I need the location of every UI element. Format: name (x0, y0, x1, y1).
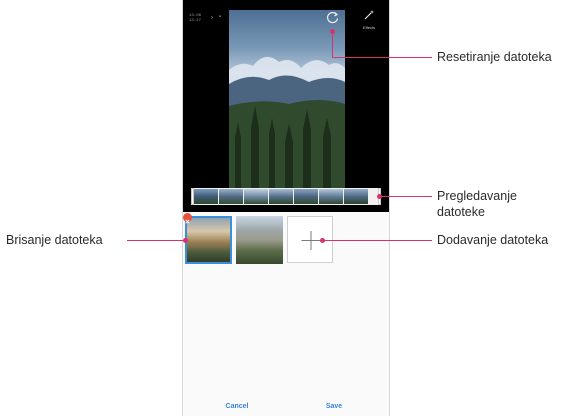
callout-line-delete (127, 240, 185, 241)
canvas: 13:08 13:27 › ▪ Effects Cancel Save Rese… (0, 0, 577, 416)
filmstrip-handle-left[interactable] (191, 188, 194, 205)
phone-screen: 13:08 13:27 › ▪ Effects Cancel Save (182, 0, 390, 416)
app-icon: ▪ (219, 14, 222, 20)
thumbnail[interactable] (236, 216, 283, 264)
filmstrip-frame (319, 189, 343, 204)
filmstrip-frame (194, 189, 218, 204)
reset-icon[interactable] (326, 10, 340, 24)
filmstrip-frame (219, 189, 243, 204)
save-button[interactable]: Save (304, 403, 364, 410)
status-time-line-2: 13:27 (189, 19, 202, 23)
callout-dot-delete (183, 238, 188, 243)
callout-label-preview-line-1: Pregledavanje (437, 189, 517, 203)
callout-line-add (323, 240, 432, 241)
thumbnail-selected[interactable] (185, 216, 232, 264)
filmstrip-frame (244, 189, 268, 204)
video-preview[interactable] (229, 10, 345, 188)
filmstrip-frame (344, 189, 368, 204)
cancel-button[interactable]: Cancel (207, 403, 267, 410)
landscape-image (229, 56, 345, 188)
callout-label-add: Dodavanje datoteka (437, 233, 549, 247)
wand-label: Effects (362, 25, 376, 30)
editor-area: 13:08 13:27 › ▪ Effects (183, 0, 389, 212)
callout-label-preview-line-2: datoteke (437, 205, 485, 219)
chevron-right-icon: › (211, 15, 213, 21)
magic-wand-icon[interactable] (363, 9, 375, 21)
filmstrip-frame (269, 189, 293, 204)
callout-line-preview (380, 196, 432, 197)
callout-line-reset-vertical (332, 31, 333, 57)
delete-badge[interactable] (183, 213, 192, 224)
callout-line-reset (332, 57, 432, 58)
filmstrip[interactable] (191, 188, 381, 205)
close-icon (185, 219, 190, 224)
callout-label-reset: Resetiranje datoteka (437, 50, 552, 64)
filmstrip-frame (294, 189, 318, 204)
callout-label-delete: Brisanje datoteka (6, 233, 103, 247)
status-time: 13:08 13:27 (189, 14, 201, 24)
